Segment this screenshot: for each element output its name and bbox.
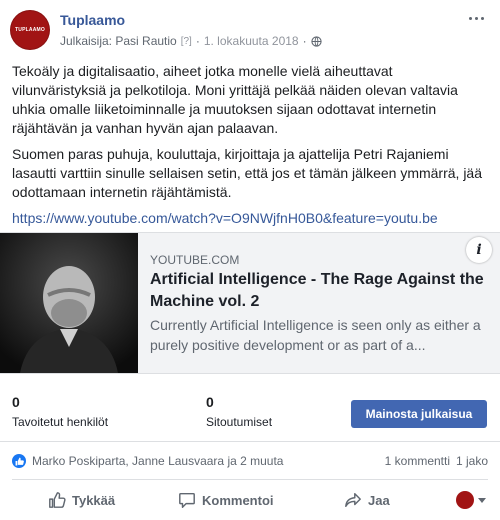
page-avatar[interactable]: TUPLAAMO [10,10,50,50]
preview-thumbnail[interactable] [0,233,138,373]
help-mark[interactable]: [?] [181,36,192,47]
more-options-icon[interactable] [464,8,488,28]
engagement-label: Sitoutumiset [206,415,273,429]
thumbs-up-outline-icon [48,491,66,509]
reached-count: 0 [12,394,20,410]
post-paragraph-1: Tekoäly ja digitalisaatio, aiheet jotka … [12,63,458,136]
post-meta: Julkaisija: Pasi Rautio [?] · 1. lokakuu… [60,34,322,48]
post-header: TUPLAAMO Tuplaamo Julkaisija: Pasi Rauti… [0,0,500,60]
page-name-link[interactable]: Tuplaamo [60,12,125,28]
meta-separator-2: · [302,34,307,48]
like-label: Tykkää [72,492,116,508]
action-bar: Tykkää Kommentoi Jaa [0,480,500,520]
globe-icon[interactable] [310,35,322,47]
share-label: Jaa [368,492,390,508]
thumbs-up-icon[interactable] [12,454,26,468]
caret-down-icon [478,491,486,509]
engagement-count: 0 [206,394,214,410]
post-date[interactable]: 1. lokakuuta 2018 [204,34,299,48]
post-paragraph-2: Suomen paras puhuja, kouluttaja, kirjoit… [12,146,482,200]
page-avatar-small [456,491,474,509]
reactions-bar: Marko Poskiparta, Janne Lausvaara ja 2 m… [0,442,500,478]
post-link[interactable]: https://www.youtube.com/watch?v=O9NWjfnH… [12,210,438,226]
share-button[interactable]: Jaa [344,486,390,514]
comment-button[interactable]: Kommentoi [178,486,274,514]
info-icon[interactable]: i [466,237,492,263]
facebook-post-card: TUPLAAMO Tuplaamo Julkaisija: Pasi Rauti… [0,0,500,520]
link-preview[interactable]: YOUTUBE.COM Artificial Intelligence - Th… [0,232,500,374]
reached-label: Tavoitetut henkilöt [12,415,109,429]
shares-count[interactable]: 1 jako [456,454,488,468]
like-button[interactable]: Tykkää [48,486,115,514]
post-text: Tekoäly ja digitalisaatio, aiheet jotka … [12,62,490,235]
promote-post-button[interactable]: Mainosta julkaisua [351,400,487,428]
preview-domain: YOUTUBE.COM [150,253,240,267]
comment-bubble-icon [178,491,196,509]
comment-label: Kommentoi [202,492,274,508]
share-arrow-icon [344,491,362,509]
preview-title[interactable]: Artificial Intelligence - The Rage Again… [150,269,490,313]
comments-count[interactable]: 1 kommentti [385,454,450,468]
actor-selector[interactable] [456,491,486,509]
reaction-names[interactable]: Marko Poskiparta, Janne Lausvaara ja 2 m… [32,454,283,468]
avatar-logo-text: TUPLAAMO [15,27,45,33]
preview-description: Currently Artificial Intelligence is see… [150,317,481,353]
post-insights: 0 Tavoitetut henkilöt 0 Sitoutumiset Mai… [0,386,500,436]
publisher-label: Julkaisija: Pasi Rautio [60,34,177,48]
meta-separator: · [195,34,200,48]
